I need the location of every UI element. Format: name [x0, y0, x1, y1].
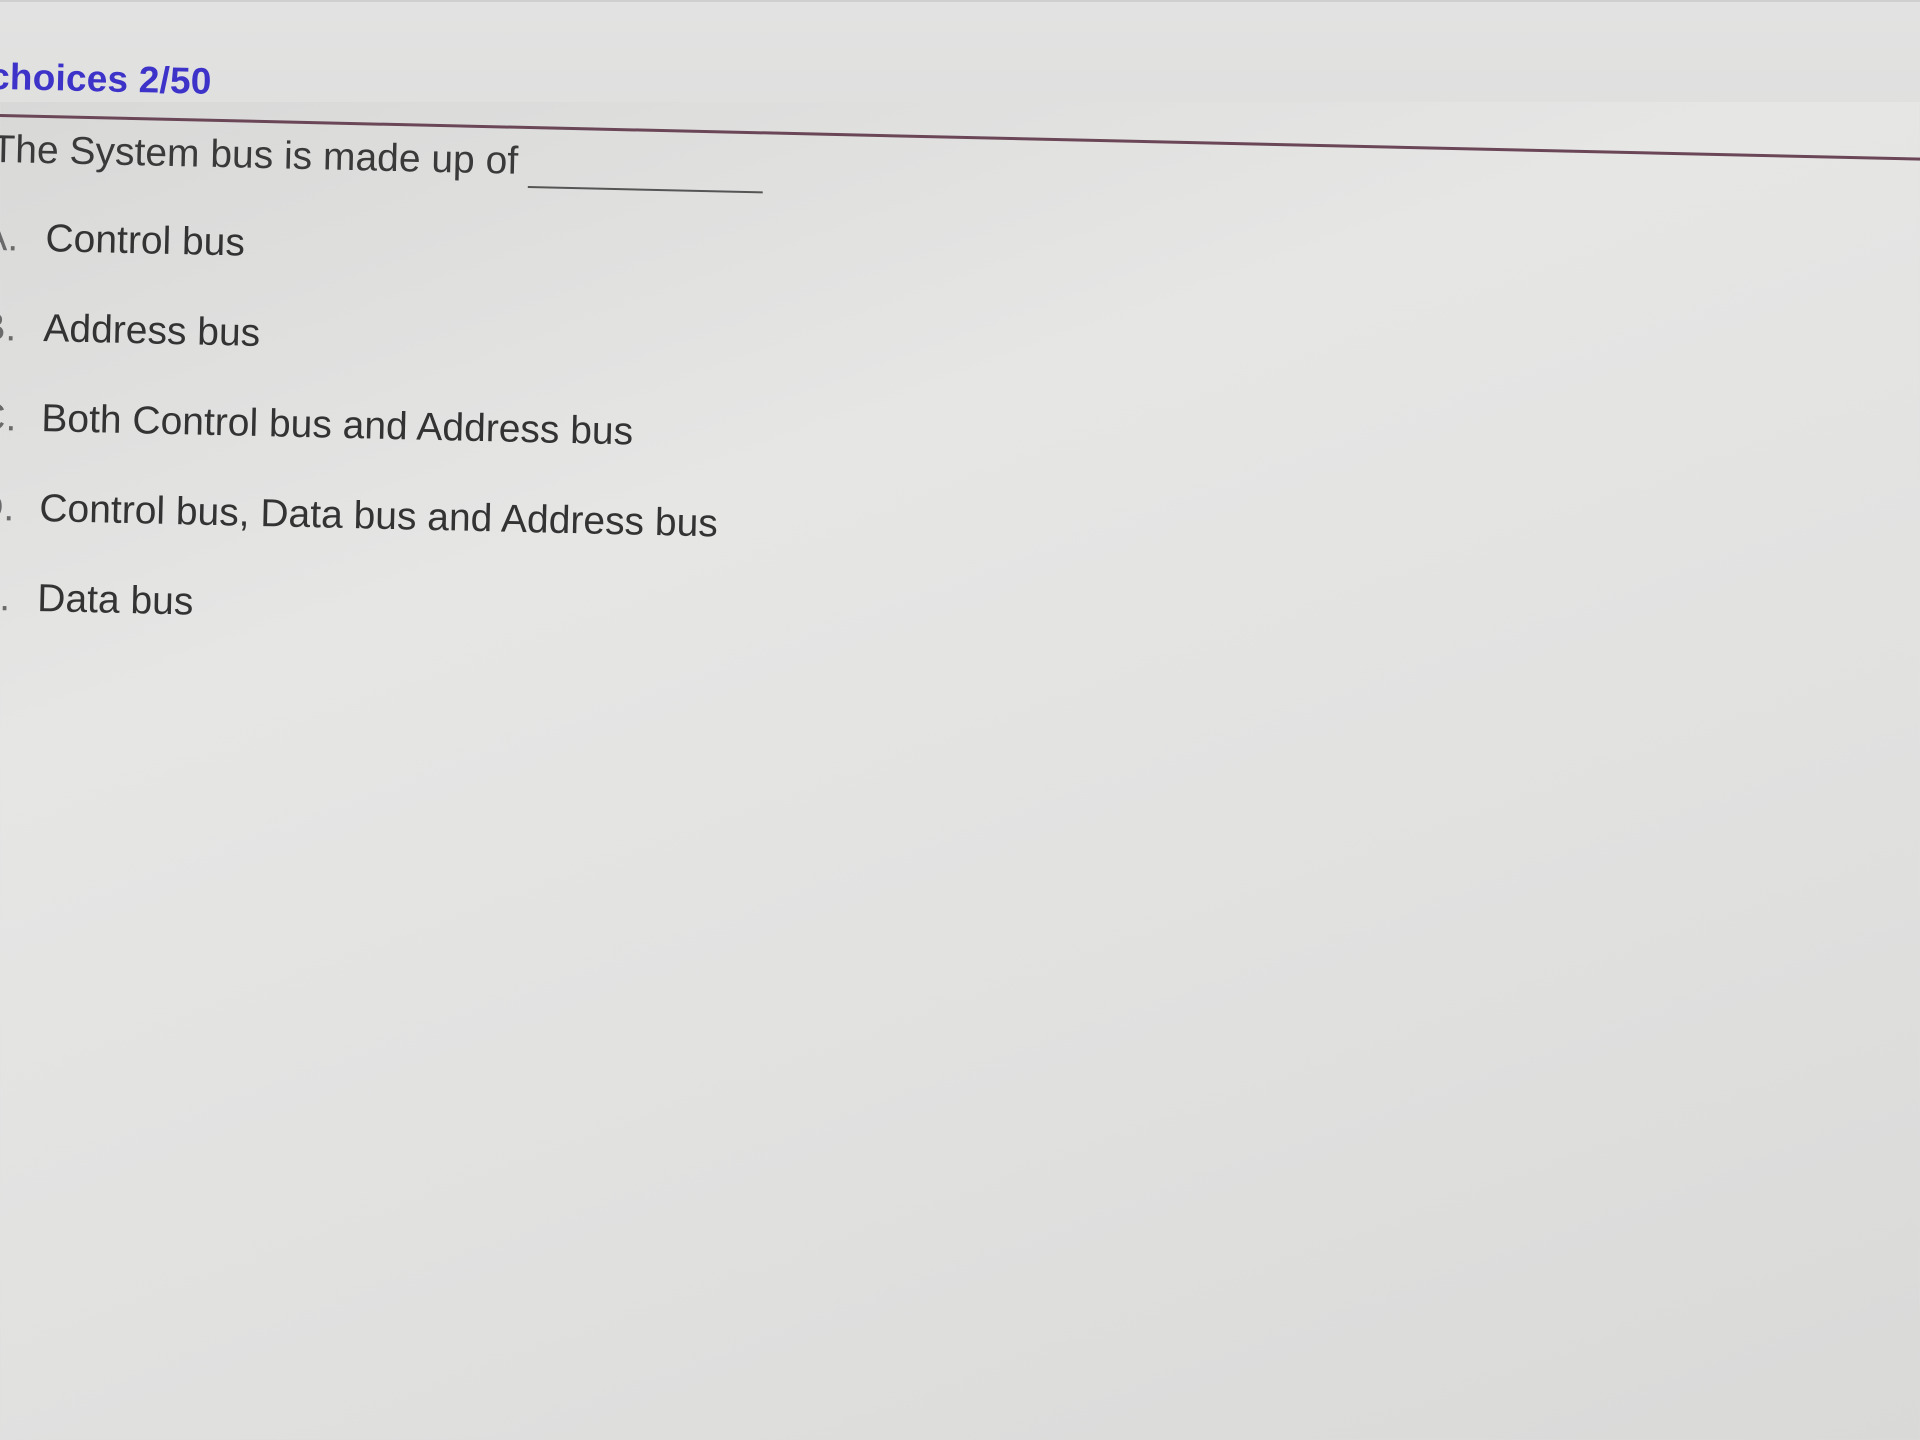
- option-text: Control bus: [45, 217, 246, 265]
- option-letter: B.: [0, 305, 17, 350]
- section-header: choices 2/50: [0, 55, 213, 102]
- option-letter: D.: [0, 485, 15, 530]
- option-text: Data bus: [36, 576, 194, 624]
- answer-options-list: A. Control bus B. Address bus C. Both Co…: [0, 216, 724, 683]
- option-text: Address bus: [42, 307, 261, 355]
- question-text: The System bus is made up of: [0, 127, 764, 194]
- option-b[interactable]: B. Address bus: [0, 306, 722, 413]
- option-d[interactable]: D. Control bus, Data bus and Address bus: [0, 486, 718, 593]
- question-card: choices 2/50 The System bus is made up o…: [0, 40, 1920, 743]
- answer-blank: [527, 186, 763, 194]
- option-letter: C.: [0, 395, 17, 440]
- question-label: The System bus is made up of: [0, 127, 519, 183]
- option-letter: A.: [0, 215, 19, 260]
- option-a[interactable]: A. Control bus: [0, 216, 724, 323]
- option-letter: E.: [0, 575, 11, 620]
- option-e[interactable]: E. Data bus: [0, 576, 716, 683]
- option-c[interactable]: C. Both Control bus and Address bus: [0, 396, 720, 503]
